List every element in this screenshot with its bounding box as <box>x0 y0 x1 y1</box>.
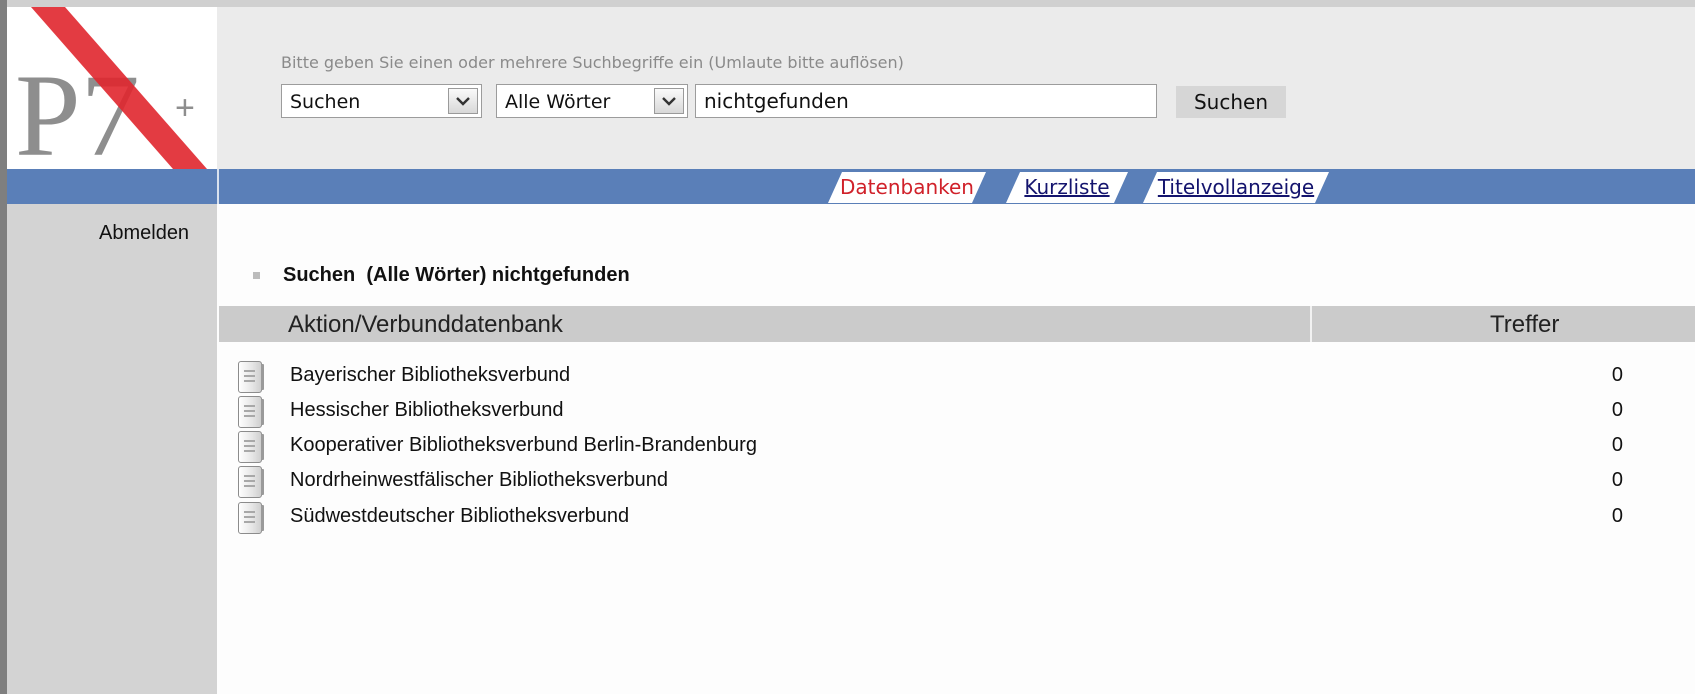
database-document-icon[interactable] <box>238 431 264 463</box>
search-type-select[interactable]: Suchen <box>281 84 482 118</box>
tab-kurzliste[interactable]: Kurzliste <box>1006 172 1128 203</box>
database-name: Südwestdeutscher Bibliotheksverbund <box>290 505 630 527</box>
search-type-value: Suchen <box>290 91 361 113</box>
column-header-action: Aktion/Verbunddatenbank <box>288 311 563 338</box>
table-row[interactable]: Südwestdeutscher Bibliotheksverbund 0 <box>233 502 1623 539</box>
database-name: Bayerischer Bibliotheksverbund <box>290 364 571 386</box>
search-button[interactable]: Suchen <box>1176 86 1286 118</box>
bullet-icon <box>253 272 260 279</box>
database-name: Nordrheinwestfälischer Bibliotheksverbun… <box>290 469 668 491</box>
search-hint: Bitte geben Sie einen oder mehrere Suchb… <box>281 53 904 72</box>
logout-link[interactable]: Abmelden <box>99 222 189 245</box>
database-document-icon[interactable] <box>238 396 264 428</box>
search-input[interactable] <box>695 84 1157 118</box>
chevron-down-icon[interactable] <box>448 88 478 114</box>
chevron-down-icon[interactable] <box>654 88 684 114</box>
table-row[interactable]: Bayerischer Bibliotheksverbund 0 <box>233 361 1623 398</box>
column-divider <box>1310 306 1312 342</box>
logo-plus: + <box>175 89 195 127</box>
logo: P7 + <box>7 7 217 169</box>
tab-bar-divider <box>217 169 219 204</box>
hit-count: 0 <box>1611 505 1623 527</box>
database-name: Kooperativer Bibliotheksverbund Berlin-B… <box>290 434 757 456</box>
database-name: Hessischer Bibliotheksverbund <box>290 399 564 421</box>
hit-count: 0 <box>1611 434 1623 456</box>
window-top-edge <box>0 0 1695 7</box>
table-row[interactable]: Nordrheinwestfälischer Bibliotheksverbun… <box>233 466 1623 503</box>
query-title: Suchen (Alle Wörter) nichtgefunden <box>283 264 630 286</box>
window-left-edge <box>0 0 7 694</box>
column-header-hits: Treffer <box>1490 311 1560 338</box>
database-document-icon[interactable] <box>238 502 264 534</box>
table-row[interactable]: Kooperativer Bibliotheksverbund Berlin-B… <box>233 431 1623 468</box>
hit-count: 0 <box>1611 364 1623 386</box>
sidebar <box>7 204 217 694</box>
hit-count: 0 <box>1611 469 1623 491</box>
search-mode-value: Alle Wörter <box>505 91 611 113</box>
table-row[interactable]: Hessischer Bibliotheksverbund 0 <box>233 396 1623 433</box>
tab-datenbanken[interactable]: Datenbanken <box>828 172 986 203</box>
tab-titelvollanzeige[interactable]: Titelvollanzeige <box>1143 172 1329 203</box>
p7-logo-icon: P7 + <box>15 7 207 169</box>
hit-count: 0 <box>1611 399 1623 421</box>
search-mode-select[interactable]: Alle Wörter <box>496 84 688 118</box>
database-document-icon[interactable] <box>238 361 264 393</box>
database-document-icon[interactable] <box>238 466 264 498</box>
